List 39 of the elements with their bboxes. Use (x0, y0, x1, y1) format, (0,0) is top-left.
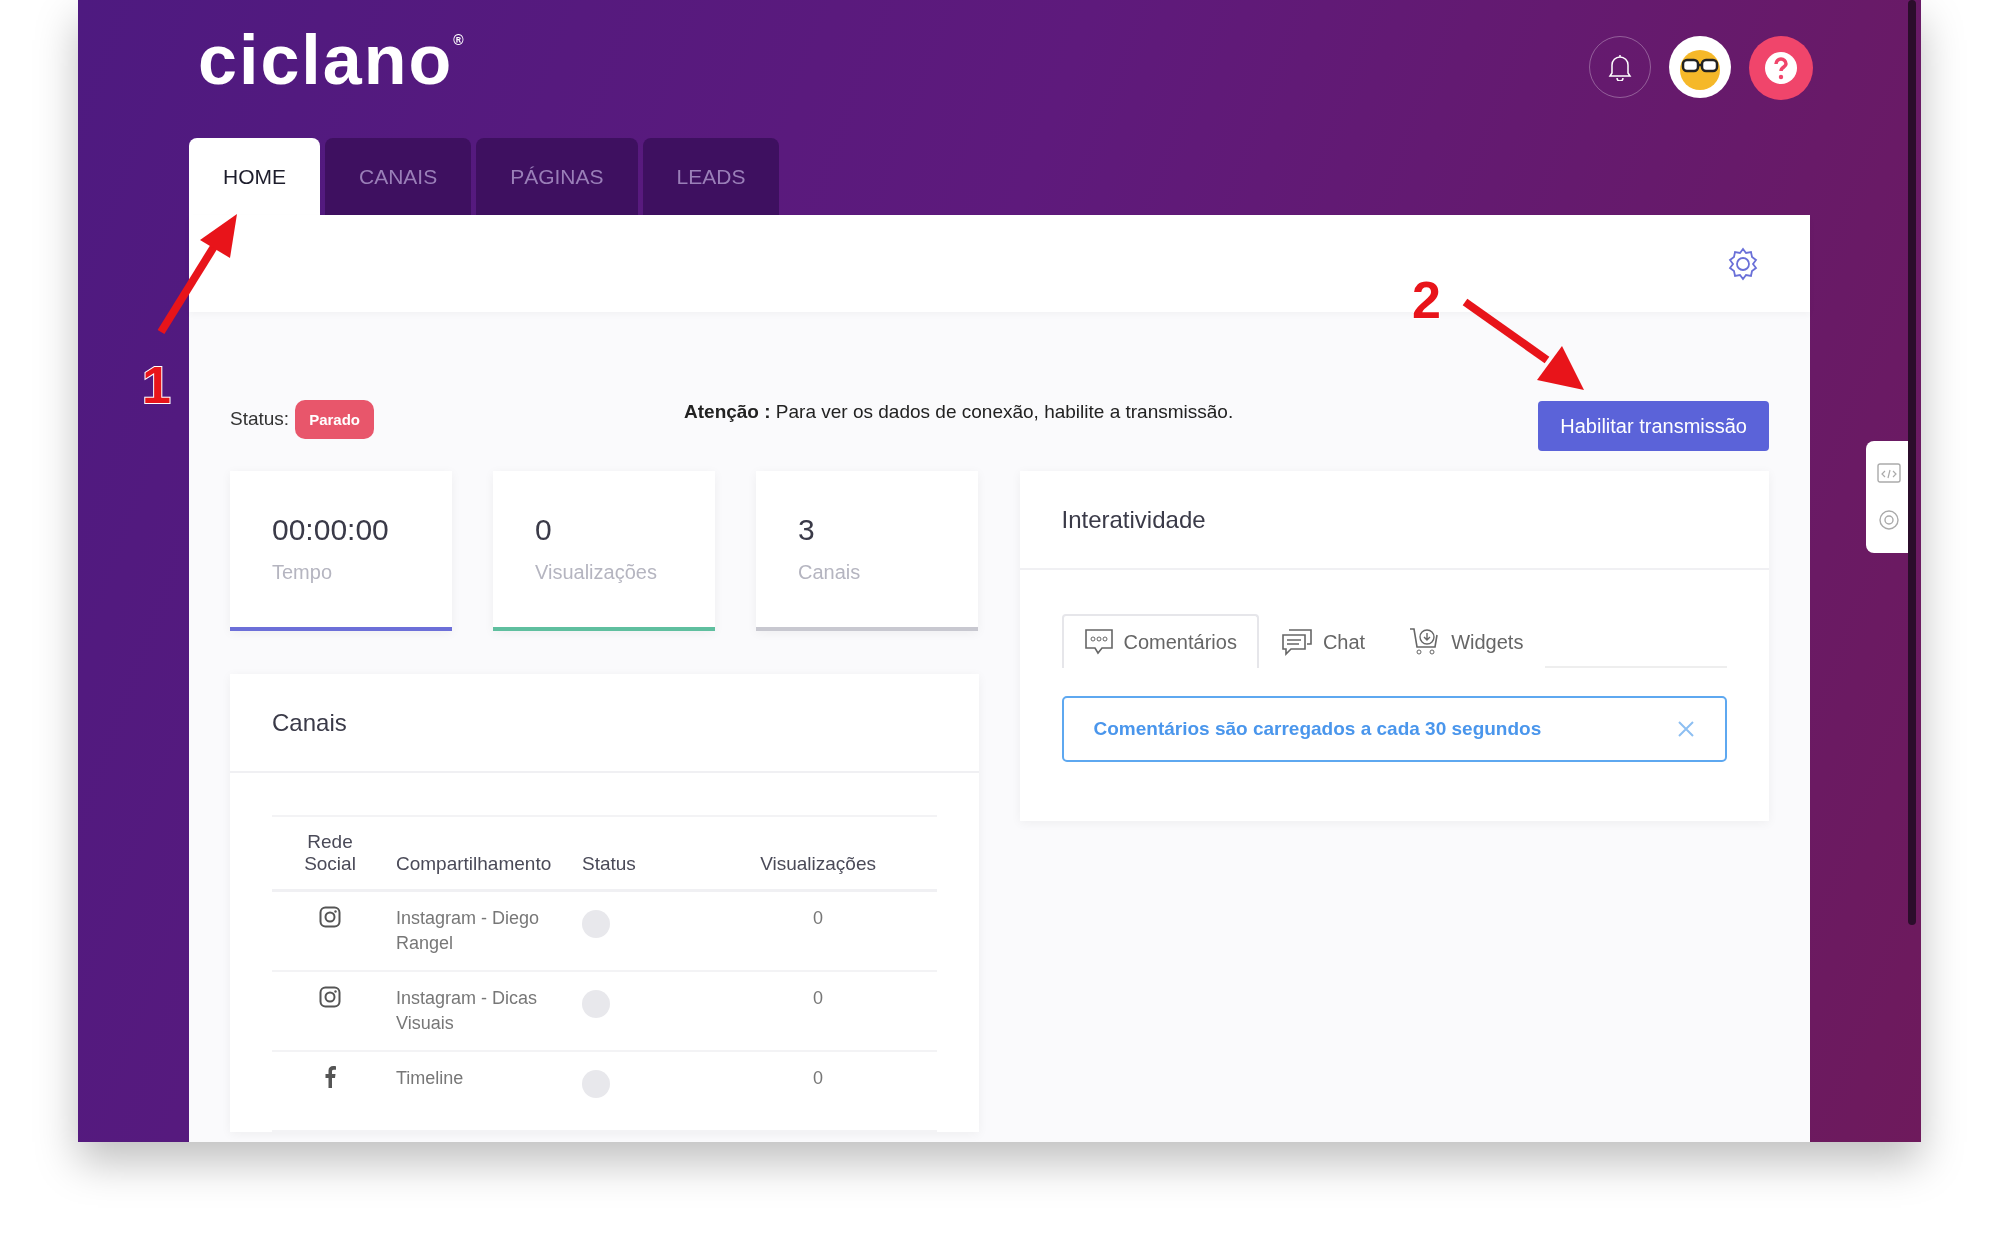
status-badge: Parado (295, 399, 374, 439)
attention-notice: Atenção : Para ver os dados de conexão, habilite a transmissão. (684, 401, 1235, 423)
column-header: Visualizações (699, 816, 937, 891)
column-header: Compartilhamento (388, 816, 574, 891)
annotation-number: 2 (1412, 270, 1441, 330)
stat-label: Visualizações (535, 561, 658, 584)
table-cell: 0 (699, 890, 937, 971)
status-label: Status: (230, 408, 290, 430)
annotation-number: 1 (142, 355, 171, 415)
interactivity-tab[interactable]: Comentários (1061, 614, 1259, 668)
code-icon[interactable] (1877, 463, 1901, 483)
comment-bubble-icon (1083, 628, 1114, 656)
instagram-icon (319, 906, 341, 928)
column-header: Rede Social (272, 816, 388, 891)
card-title: Interatividade (1019, 471, 1769, 570)
instagram-icon (319, 986, 341, 1008)
stat-value: 3 (798, 513, 816, 547)
nav-tab[interactable]: PÁGINAS (476, 138, 638, 215)
card-title: Canais (230, 674, 979, 773)
column-header: Status (574, 816, 700, 891)
nav-tab[interactable]: LEADS (642, 138, 780, 215)
table-cell: Timeline (388, 1051, 574, 1131)
enable-broadcast-button[interactable]: Habilitar transmissão (1538, 401, 1769, 451)
table-cell: Instagram - Dicas Visuais (388, 971, 574, 1051)
nav-tab[interactable]: HOME (189, 138, 320, 215)
settings-icon[interactable] (1878, 509, 1900, 531)
logo: ciclano® (198, 20, 466, 100)
table-cell: Instagram - Diego Rangel (388, 890, 574, 971)
nav-tab[interactable]: CANAIS (325, 138, 472, 215)
facebook-icon (324, 1066, 336, 1088)
stat-value: 00:00:00 (272, 513, 390, 547)
stat-value: 0 (535, 513, 553, 547)
settings-icon[interactable] (1726, 246, 1760, 281)
chat-bubbles-icon (1280, 628, 1313, 656)
alert-text: Comentários são carregados a cada 30 segundos (1093, 718, 1542, 740)
stat-label: Tempo (272, 561, 334, 584)
table-cell: 0 (699, 1051, 937, 1131)
table-cell: 0 (699, 971, 937, 1051)
stat-label: Canais (798, 561, 862, 584)
